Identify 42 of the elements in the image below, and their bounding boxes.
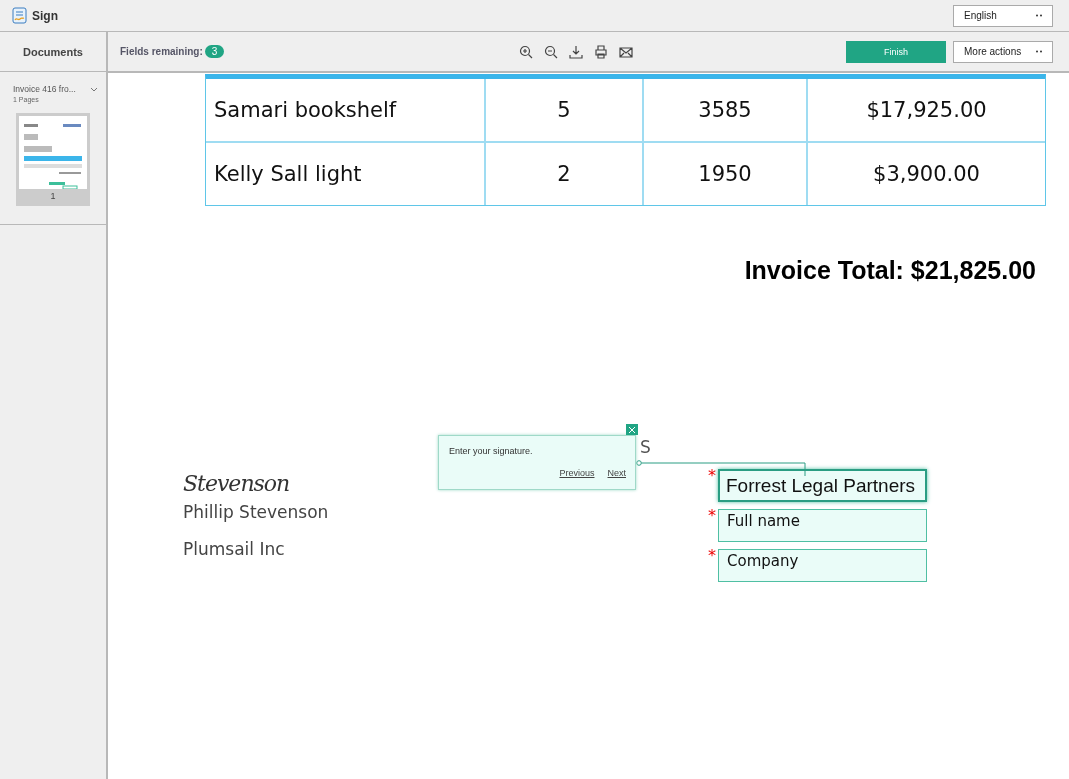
- close-icon: [629, 426, 635, 433]
- zoom-in-icon[interactable]: [519, 44, 534, 59]
- required-asterisk: *: [708, 469, 717, 483]
- text-field[interactable]: Company: [718, 549, 927, 582]
- table-cell: $17,925.00: [806, 79, 1045, 141]
- invoice-total: Invoice Total: $21,825.00: [743, 256, 1036, 285]
- required-asterisk: *: [708, 549, 717, 563]
- table-cell-text: Samari bookshelf: [213, 97, 398, 124]
- signer-company: Plumsail Inc: [183, 539, 285, 559]
- page-thumbnail[interactable]: 1: [16, 113, 90, 206]
- table-cell: 5: [484, 79, 642, 141]
- thumbnail-page-number: 1: [49, 190, 57, 203]
- dots-icon: [1036, 14, 1042, 17]
- fields-remaining-label: Fields remaining:: [120, 46, 203, 57]
- text-field[interactable]: Forrest Legal Partners: [718, 469, 927, 502]
- zoom-out-icon[interactable]: [544, 44, 559, 59]
- previous-link[interactable]: Previous: [559, 468, 595, 478]
- sidebar-title: Documents: [23, 45, 83, 58]
- table-cell-text: Kelly Sall light: [213, 161, 363, 188]
- tooltip-text: Enter your signature.: [449, 446, 534, 456]
- table-cell: 3585: [642, 79, 806, 141]
- chevron-icon[interactable]: [90, 86, 98, 92]
- table-cell: $3,900.00: [806, 143, 1045, 205]
- table-cell: 1950: [642, 143, 806, 205]
- signature: Stevenson: [183, 471, 290, 496]
- close-button[interactable]: [626, 424, 638, 435]
- language-select[interactable]: English: [953, 4, 1053, 27]
- dots-icon: [1036, 50, 1042, 53]
- signer-name: Phillip Stevenson: [183, 502, 329, 522]
- table-cell: 2: [484, 143, 642, 205]
- print-icon[interactable]: [594, 44, 609, 59]
- sign-document-icon: [12, 7, 27, 24]
- required-asterisk: *: [708, 509, 717, 523]
- more-actions-button[interactable]: More actions: [953, 40, 1053, 63]
- next-link[interactable]: Next: [607, 468, 626, 478]
- mail-icon[interactable]: [619, 44, 634, 59]
- window-title: Sign: [32, 8, 58, 23]
- text-field[interactable]: Full name: [718, 509, 927, 542]
- fields-count-badge: 3: [204, 45, 225, 58]
- field-label: S: [640, 437, 651, 457]
- download-icon[interactable]: [569, 44, 584, 59]
- document-name[interactable]: Invoice 416 fro...: [13, 84, 76, 94]
